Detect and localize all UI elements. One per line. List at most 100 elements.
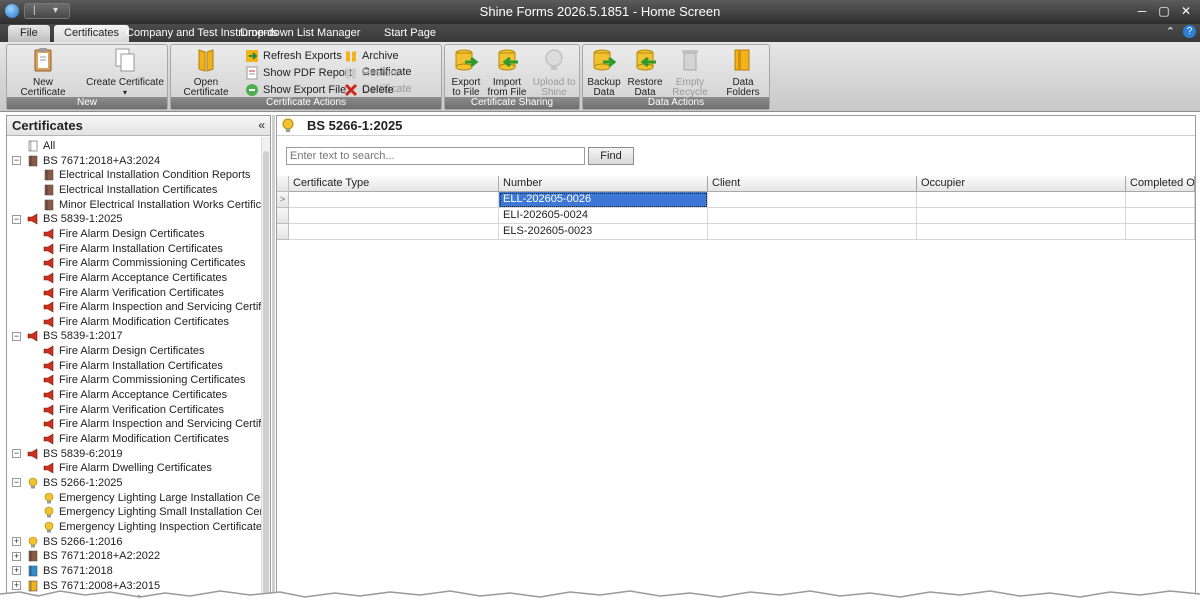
tree-node[interactable]: Fire Alarm Verification Certificates xyxy=(43,403,224,418)
tree-node[interactable]: Emergency Lighting Inspection Certificat… xyxy=(43,520,262,535)
delete-certificate-button[interactable]: Delete Certificate xyxy=(344,82,441,112)
find-button[interactable]: Find xyxy=(588,147,634,165)
archive-certificate-button[interactable]: Archive Certificate xyxy=(344,48,441,78)
cell-number[interactable]: ELI-202605-0024 xyxy=(499,208,708,224)
open-certificate-button[interactable]: Open Certificate xyxy=(173,47,239,98)
backup-data-button[interactable]: Backup Data xyxy=(585,47,623,98)
cell-occupier[interactable] xyxy=(917,208,1126,224)
row-indicator[interactable] xyxy=(277,208,289,224)
create-certificate-button[interactable]: Create Certificate ▾ xyxy=(83,47,167,98)
tree-expander-icon[interactable]: − xyxy=(12,331,21,341)
tree-node[interactable]: Fire Alarm Installation Certificates xyxy=(43,242,223,257)
minimize-button[interactable]: ─ xyxy=(1134,3,1150,19)
show-pdf-report-button[interactable]: Show PDF Report xyxy=(245,65,352,81)
tree-node[interactable]: Fire Alarm Design Certificates xyxy=(43,227,205,242)
cell-number[interactable]: ELL-202605-0026 xyxy=(499,192,708,208)
tree-node-label: Fire Alarm Installation Certificates xyxy=(59,359,223,372)
cell-number[interactable]: ELS-202605-0023 xyxy=(499,224,708,240)
help-icon[interactable]: ? xyxy=(1183,25,1196,38)
tree-node[interactable]: BS 5839-1:2017 xyxy=(27,329,123,344)
tab-file[interactable]: File xyxy=(8,25,50,42)
close-button[interactable]: ✕ xyxy=(1178,3,1194,19)
tree-node[interactable]: Fire Alarm Acceptance Certificates xyxy=(43,271,227,286)
cell-client[interactable] xyxy=(708,224,917,240)
tree-node[interactable]: Emergency Lighting Small Installation Ce… xyxy=(43,505,262,520)
tree-expander-icon[interactable]: + xyxy=(12,566,21,576)
cell-completed-on[interactable] xyxy=(1126,192,1195,208)
tree-node[interactable]: All xyxy=(27,139,55,154)
maximize-button[interactable]: ▢ xyxy=(1156,3,1172,19)
cell-completed-on[interactable] xyxy=(1126,208,1195,224)
tree-node[interactable]: Fire Alarm Dwelling Certificates xyxy=(43,461,212,476)
tree-expander-icon[interactable]: − xyxy=(12,478,21,488)
export-file-icon xyxy=(246,84,258,96)
tree-node[interactable]: BS 5839-6:2019 xyxy=(27,447,123,462)
show-export-file-button[interactable]: Show Export File xyxy=(245,82,346,98)
column-client[interactable]: Client xyxy=(708,176,917,192)
certificates-tree[interactable]: All − BS 7671:2018+A3:2024 Electrical Insta… xyxy=(7,137,262,605)
table-row[interactable]: ELI-202605-0024 xyxy=(277,208,1195,224)
panel-splitter[interactable] xyxy=(272,115,275,605)
tree-node[interactable]: Fire Alarm Installation Certificates xyxy=(43,359,223,374)
import-from-file-button[interactable]: Import from File xyxy=(487,47,527,98)
tree-node[interactable]: Fire Alarm Inspection and Servicing Cert… xyxy=(43,417,262,432)
tree-node[interactable]: Emergency Lighting Large Installation Ce… xyxy=(43,491,262,506)
tree-expander-icon[interactable]: − xyxy=(12,156,21,166)
cell-occupier[interactable] xyxy=(917,192,1126,208)
table-row[interactable]: > ELL-202605-0026 xyxy=(277,192,1195,208)
column-number[interactable]: Number xyxy=(499,176,708,192)
tree-node[interactable]: BS 5839-1:2025 xyxy=(27,212,123,227)
tree-node[interactable]: Fire Alarm Design Certificates xyxy=(43,344,205,359)
column-completed-on[interactable]: Completed On xyxy=(1126,176,1195,192)
tree-node[interactable]: Fire Alarm Verification Certificates xyxy=(43,286,224,301)
tab-start-page[interactable]: Start Page xyxy=(374,25,446,42)
restore-data-button[interactable]: Restore Data xyxy=(625,47,665,98)
tree-node[interactable]: Fire Alarm Modification Certificates xyxy=(43,315,229,330)
row-indicator[interactable]: > xyxy=(277,192,289,208)
database-export-icon xyxy=(455,49,479,71)
tree-expander-icon[interactable]: + xyxy=(12,537,21,547)
tree-node[interactable]: Fire Alarm Inspection and Servicing Cert… xyxy=(43,300,262,315)
cell-client[interactable] xyxy=(708,208,917,224)
tree-node[interactable]: BS 7671:2018+A2:2022 xyxy=(27,549,160,564)
collapse-ribbon-icon[interactable]: ⌃ xyxy=(1166,25,1175,38)
megaphone-icon xyxy=(43,257,54,269)
tree-node[interactable]: BS 5266-1:2016 xyxy=(27,535,123,550)
tree-node[interactable]: Electrical Installation Condition Report… xyxy=(43,168,250,183)
cell-certificate-type[interactable] xyxy=(289,192,499,208)
grid-header: Certificate Type Number Client Occupier … xyxy=(277,176,1195,192)
search-input[interactable] xyxy=(286,147,585,165)
tree-node[interactable]: Fire Alarm Acceptance Certificates xyxy=(43,388,227,403)
cell-completed-on[interactable] xyxy=(1126,224,1195,240)
tree-node[interactable]: Electrical Installation Certificates xyxy=(43,183,217,198)
cell-occupier[interactable] xyxy=(917,224,1126,240)
megaphone-icon xyxy=(43,345,54,357)
export-to-file-button[interactable]: Export to File xyxy=(447,47,485,98)
tree-node[interactable]: BS 5266-1:2025 xyxy=(27,476,123,491)
tree-node[interactable]: Fire Alarm Commissioning Certificates xyxy=(43,256,245,271)
tree-expander-icon[interactable]: − xyxy=(12,214,21,224)
cell-client[interactable] xyxy=(708,192,917,208)
tree-node[interactable]: Fire Alarm Modification Certificates xyxy=(43,432,229,447)
tree-scrollbar[interactable] xyxy=(261,137,270,605)
new-certificate-button[interactable]: New Certificate xyxy=(10,47,76,98)
cell-certificate-type[interactable] xyxy=(289,208,499,224)
tree-node-label: Electrical Installation Condition Report… xyxy=(59,169,251,182)
tab-drop-down-list-manager[interactable]: Drop-down List Manager xyxy=(230,25,370,42)
restore-certificate-button[interactable]: Restore Certificate xyxy=(344,65,441,95)
tree-expander-icon[interactable]: − xyxy=(12,449,21,459)
collapse-panel-icon[interactable]: « xyxy=(258,118,265,132)
column-certificate-type[interactable]: Certificate Type xyxy=(289,176,499,192)
table-row[interactable]: ELS-202605-0023 xyxy=(277,224,1195,240)
tree-scrollbar-thumb[interactable] xyxy=(263,151,269,601)
refresh-exports-button[interactable]: Refresh Exports xyxy=(245,48,342,64)
row-indicator[interactable] xyxy=(277,224,289,240)
tree-expander-icon[interactable]: + xyxy=(12,551,21,561)
tree-node[interactable]: BS 7671:2018+A3:2024 xyxy=(27,154,160,169)
tree-node[interactable]: BS 7671:2018 xyxy=(27,564,113,579)
column-occupier[interactable]: Occupier xyxy=(917,176,1126,192)
megaphone-icon xyxy=(43,228,54,240)
tree-node[interactable]: Minor Electrical Installation Works Cert… xyxy=(43,198,262,213)
cell-certificate-type[interactable] xyxy=(289,224,499,240)
tree-node[interactable]: Fire Alarm Commissioning Certificates xyxy=(43,373,245,388)
